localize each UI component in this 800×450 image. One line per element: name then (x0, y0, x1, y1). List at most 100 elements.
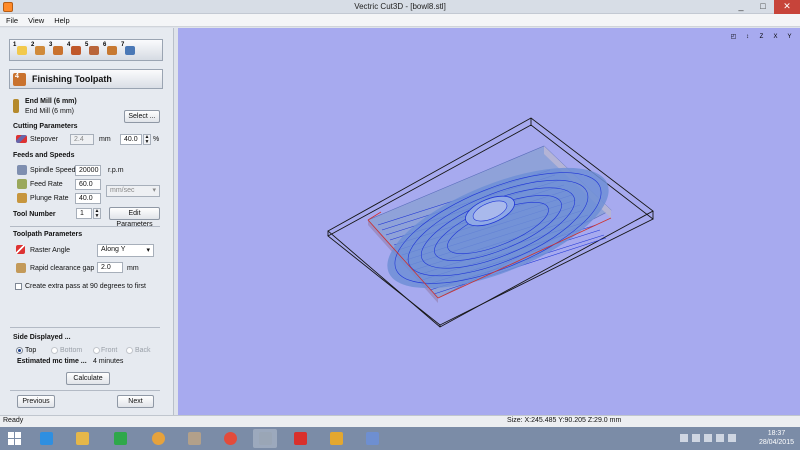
side-back-radio[interactable] (126, 347, 133, 354)
stepover-percent-input[interactable]: 40.0 (120, 134, 142, 145)
step-number: 7 (121, 42, 125, 48)
taskbar-app-c[interactable] (182, 429, 206, 448)
step-1-button[interactable]: 1 (13, 42, 28, 57)
rapid-clearance-input[interactable]: 2.0 (97, 262, 123, 273)
menu-view[interactable]: View (28, 14, 44, 26)
minimize-button[interactable]: _ (730, 0, 752, 14)
stepover-percent-stepper[interactable]: ▲ ▼ (143, 134, 151, 145)
taskbar-slides[interactable] (324, 429, 348, 448)
taskbar-paint[interactable] (360, 429, 384, 448)
volume-icon[interactable] (716, 434, 724, 442)
network-icon[interactable] (704, 434, 712, 442)
taskbar-explorer[interactable] (70, 429, 94, 448)
spindle-speed-input[interactable]: 20000 (75, 165, 101, 176)
finishing-toolpath-header: 4 Finishing Toolpath (9, 69, 163, 89)
close-button[interactable]: ✕ (774, 0, 800, 14)
menu-help[interactable]: Help (54, 14, 69, 26)
side-bottom-radio[interactable] (51, 347, 58, 354)
tool-subtitle: End Mill (6 mm) (25, 108, 75, 115)
edit-parameters-button[interactable]: Edit Parameters (109, 207, 160, 228)
step-5-button[interactable]: 5 (85, 42, 100, 57)
app-icon (152, 432, 165, 445)
step-6-button[interactable]: 6 (103, 42, 118, 57)
plunge-rate-label: Plunge Rate (30, 195, 69, 202)
folder-icon (76, 432, 89, 445)
side-top-radio[interactable] (16, 347, 23, 354)
side-back-label: Back (135, 347, 151, 354)
tool-name: End Mill (6 mm) (25, 98, 77, 105)
clearance-unit: mm (127, 265, 139, 272)
divider (10, 226, 160, 227)
calculate-button[interactable]: Calculate (66, 372, 110, 385)
tool-number-label: Tool Number (13, 211, 56, 218)
finishing-icon (71, 46, 81, 55)
plunge-rate-icon (17, 193, 27, 203)
step-3-button[interactable]: 3 (49, 42, 64, 57)
preview-icon (107, 46, 117, 55)
windows-logo-icon (8, 432, 21, 445)
taskbar-solidworks[interactable] (288, 429, 312, 448)
step-4-button[interactable]: 4 (67, 42, 82, 57)
maximize-button[interactable]: □ (752, 0, 774, 14)
taskbar-store[interactable] (108, 429, 132, 448)
taskbar-app-b[interactable] (146, 429, 170, 448)
feed-rate-input[interactable]: 60.0 (75, 179, 101, 190)
select-tool-button[interactable]: Select ... (124, 110, 160, 123)
rate-unit-select[interactable]: mm/sec ▾ (106, 185, 160, 197)
end-mill-icon (13, 99, 19, 113)
step-number: 4 (67, 42, 71, 48)
chevron-up-icon[interactable] (680, 434, 688, 442)
taskbar-cut3d[interactable] (253, 429, 277, 448)
chrome-icon (224, 432, 237, 445)
slides-icon (330, 432, 343, 445)
cut3d-icon (259, 432, 272, 445)
step-2-button[interactable]: 2 (31, 42, 46, 57)
tool-number-input[interactable]: 1 (76, 208, 92, 219)
iso-view-icon[interactable]: ↕ (742, 32, 753, 43)
toolpath-panel: 1 2 3 4 5 6 7 4 Finishing Toolpath End M… (0, 28, 174, 415)
z-view-icon[interactable]: Z (756, 32, 767, 43)
previous-button[interactable]: Previous (17, 395, 55, 408)
taskbar-ie[interactable] (34, 429, 58, 448)
zoom-fit-icon[interactable]: ◰ (728, 32, 739, 43)
taskbar: 18:37 28/04/2015 (0, 427, 800, 450)
side-front-radio[interactable] (93, 347, 100, 354)
menu-file[interactable]: File (6, 14, 18, 26)
spindle-icon (17, 165, 27, 175)
extra-pass-label: Create extra pass at 90 degrees to first (25, 283, 147, 290)
clock-time: 18:37 (767, 430, 786, 437)
stepover-label: Stepover (30, 136, 59, 143)
next-button[interactable]: Next (117, 395, 154, 408)
model-scene (327, 117, 654, 328)
window-controls: _ □ ✕ (730, 0, 800, 14)
y-view-icon[interactable]: Y (784, 32, 795, 43)
clock[interactable]: 18:37 28/04/2015 (759, 429, 794, 447)
plunge-rate-input[interactable]: 40.0 (75, 193, 101, 204)
raster-angle-label: Raster Angle (30, 247, 71, 254)
open-model-icon (17, 46, 27, 55)
status-bar: Ready Size: X:245.485 Y:90.205 Z:29.0 mm (0, 415, 800, 427)
taskbar-chrome[interactable] (218, 429, 242, 448)
tool-number-stepper[interactable]: ▲ ▼ (93, 208, 101, 219)
side-displayed-heading: Side Displayed ... (13, 334, 71, 341)
extra-pass-checkbox[interactable] (15, 283, 22, 290)
raster-angle-select[interactable]: Along Y ▾ (97, 244, 154, 257)
estimated-time-value: 4 minutes (93, 358, 124, 365)
keyboard-icon[interactable] (728, 434, 736, 442)
step-7-button[interactable]: 7 (121, 42, 136, 57)
rate-unit-value: mm/sec (110, 187, 135, 194)
start-button[interactable] (2, 429, 26, 448)
flag-icon[interactable] (692, 434, 700, 442)
feed-rate-label: Feed Rate (30, 181, 63, 188)
finishing-icon: 4 (13, 73, 26, 86)
x-view-icon[interactable]: X (770, 32, 781, 43)
stepover-mm-input[interactable]: 2.4 (70, 134, 94, 145)
3d-viewport[interactable]: ◰ ↕ Z X Y (178, 28, 800, 415)
cutting-parameters-heading: Cutting Parameters (13, 123, 78, 130)
cutout-icon (89, 46, 99, 55)
side-bottom-label: Bottom (60, 347, 83, 354)
stepover-unit: mm (99, 136, 111, 143)
step-number: 6 (103, 42, 107, 48)
side-front-label: Front (101, 347, 118, 354)
roughing-icon (53, 46, 63, 55)
